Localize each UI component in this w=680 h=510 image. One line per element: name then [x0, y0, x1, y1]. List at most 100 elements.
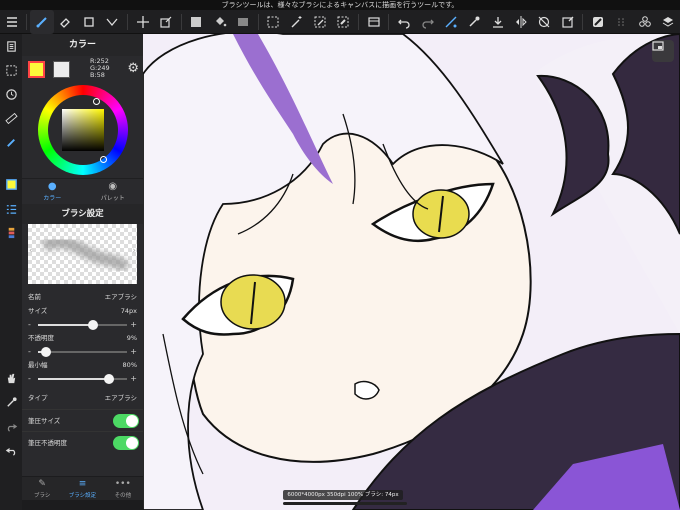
- fill-color-icon[interactable]: [185, 10, 208, 34]
- brush-settings-title: ブラシ設定: [22, 204, 143, 224]
- shape-tool-icon[interactable]: [77, 10, 100, 34]
- bucket-tool-icon[interactable]: [208, 10, 231, 34]
- min-width-plus-button[interactable]: +: [130, 372, 137, 385]
- menu-icon[interactable]: [0, 10, 23, 34]
- pressure-size-row: 筆圧サイズ: [22, 409, 143, 431]
- selection-panel-icon[interactable]: [0, 58, 22, 82]
- brush-name-label: 名前: [28, 293, 41, 301]
- gradient-tool-icon[interactable]: [231, 10, 254, 34]
- rotate-view-icon[interactable]: [0, 82, 22, 106]
- magic-wand-icon[interactable]: [285, 10, 308, 34]
- tab-other-label: その他: [114, 493, 132, 499]
- toolbar-divider: [582, 13, 584, 30]
- min-width-slider-thumb[interactable]: [104, 374, 115, 384]
- opacity-value: 9%: [126, 334, 137, 342]
- brush-tool-icon[interactable]: [30, 9, 54, 34]
- brush-stack-icon[interactable]: [0, 220, 22, 244]
- pressure-size-toggle[interactable]: [113, 414, 139, 428]
- layer-options-icon[interactable]: [362, 10, 385, 34]
- layers-icon[interactable]: [657, 10, 680, 34]
- background-color-swatch[interactable]: [53, 60, 70, 78]
- flip-icon[interactable]: [509, 10, 532, 34]
- foreground-color-swatch[interactable]: [28, 60, 45, 78]
- select-pen-icon[interactable]: [308, 10, 331, 34]
- reference-window-button[interactable]: [652, 40, 674, 62]
- edit-canvas-icon[interactable]: [556, 10, 579, 34]
- palette-icon: ◉: [108, 181, 118, 192]
- color-panel-icon[interactable]: [0, 172, 22, 196]
- pressure-size-label: 筆圧サイズ: [28, 417, 61, 425]
- tab-brush-settings[interactable]: ≡ ブラシ設定: [62, 477, 102, 500]
- sv-knob[interactable]: [99, 156, 107, 163]
- canvas-status-bar: 6000*4000px 350dpi 100% ブラシ: 74px 9%: [283, 490, 403, 508]
- materials-icon[interactable]: [633, 10, 656, 34]
- select-tool-icon[interactable]: [262, 10, 285, 34]
- home-indicator: [283, 502, 407, 505]
- gear-icon[interactable]: ⚙: [127, 61, 139, 76]
- tab-palette[interactable]: ◉ パレット: [83, 179, 144, 204]
- more-dots-icon: •••: [114, 479, 131, 489]
- layers-panel-icon[interactable]: [0, 34, 22, 58]
- opacity-minus-button[interactable]: -: [28, 345, 31, 358]
- left-tool-rail: [0, 34, 22, 510]
- hue-wheel[interactable]: [37, 85, 128, 175]
- pen-settings-icon[interactable]: [0, 130, 22, 154]
- redo-icon[interactable]: [416, 10, 439, 34]
- color-tabs: ● カラー ◉ パレット: [22, 178, 143, 204]
- size-slider[interactable]: [38, 320, 127, 330]
- min-width-slider-row: - +: [22, 372, 143, 385]
- brush-type-label: タイプ: [28, 394, 48, 402]
- undo-icon[interactable]: [392, 10, 415, 34]
- size-slider-thumb[interactable]: [88, 320, 99, 330]
- min-width-slider[interactable]: [38, 374, 127, 384]
- min-width-row: 最小幅 80%: [22, 358, 143, 372]
- export-icon[interactable]: [486, 10, 509, 34]
- redo-rail-icon[interactable]: [0, 414, 22, 438]
- tab-brush[interactable]: ✎ ブラシ: [22, 477, 62, 500]
- drawing-canvas[interactable]: [143, 34, 680, 510]
- brush-list-icon[interactable]: [0, 196, 22, 220]
- opacity-slider[interactable]: [38, 347, 127, 357]
- opacity-slider-thumb[interactable]: [41, 347, 51, 357]
- panel-bottom-tabs: ✎ ブラシ ≡ ブラシ設定 ••• その他: [22, 476, 143, 500]
- eyedropper-icon[interactable]: [463, 10, 486, 34]
- brush-stroke-preview: ‹ ›: [28, 224, 137, 284]
- curve-tool-icon[interactable]: [100, 10, 123, 34]
- hand-tool-icon[interactable]: [0, 366, 22, 390]
- transform-tool-icon[interactable]: [154, 10, 177, 34]
- pressure-opacity-label: 筆圧不透明度: [28, 439, 67, 447]
- opacity-plus-button[interactable]: +: [130, 345, 137, 358]
- tone-icon[interactable]: [586, 10, 609, 34]
- window-icon: [652, 41, 664, 51]
- pressure-opacity-toggle[interactable]: [113, 436, 139, 450]
- eyedropper-rail-icon[interactable]: [0, 390, 22, 414]
- undo-rail-icon[interactable]: [0, 438, 22, 462]
- select-eraser-icon[interactable]: [332, 10, 355, 34]
- color-panel-title: カラー: [22, 34, 143, 56]
- tab-color[interactable]: ● カラー: [22, 179, 83, 204]
- move-tool-icon[interactable]: [131, 10, 154, 34]
- tab-color-label: カラー: [43, 195, 62, 202]
- size-slider-fill: [38, 324, 94, 326]
- grid-dots-icon[interactable]: [610, 10, 633, 34]
- rgb-b-value: B:58: [90, 71, 105, 79]
- ruler-icon[interactable]: [0, 106, 22, 130]
- hue-knob[interactable]: [92, 98, 100, 105]
- eraser-tool-icon[interactable]: [54, 10, 77, 34]
- rotate-reset-icon[interactable]: [533, 10, 556, 34]
- size-label: サイズ: [28, 307, 48, 315]
- tab-other[interactable]: ••• その他: [103, 477, 143, 500]
- toolbar-divider: [26, 13, 28, 30]
- color-swatch-row: R:252 G:249 B:58 ⚙: [22, 56, 143, 82]
- brush-type-row[interactable]: タイプ エアブラシ: [22, 391, 143, 405]
- brush-name-row[interactable]: 名前 エアブラシ: [22, 290, 143, 304]
- min-width-minus-button[interactable]: -: [28, 372, 31, 385]
- chevron-right-icon[interactable]: ›: [132, 246, 136, 256]
- toolbar-divider: [358, 13, 360, 30]
- saturation-value-square[interactable]: [61, 109, 104, 151]
- size-plus-button[interactable]: +: [130, 318, 137, 331]
- top-toolbar: [0, 9, 680, 34]
- color-brush-panel: カラー R:252 G:249 B:58 ⚙ ● カラー ◉ パレット ブラシ設…: [22, 34, 143, 500]
- size-minus-button[interactable]: -: [28, 318, 31, 331]
- ruler-snap-icon[interactable]: [439, 10, 462, 34]
